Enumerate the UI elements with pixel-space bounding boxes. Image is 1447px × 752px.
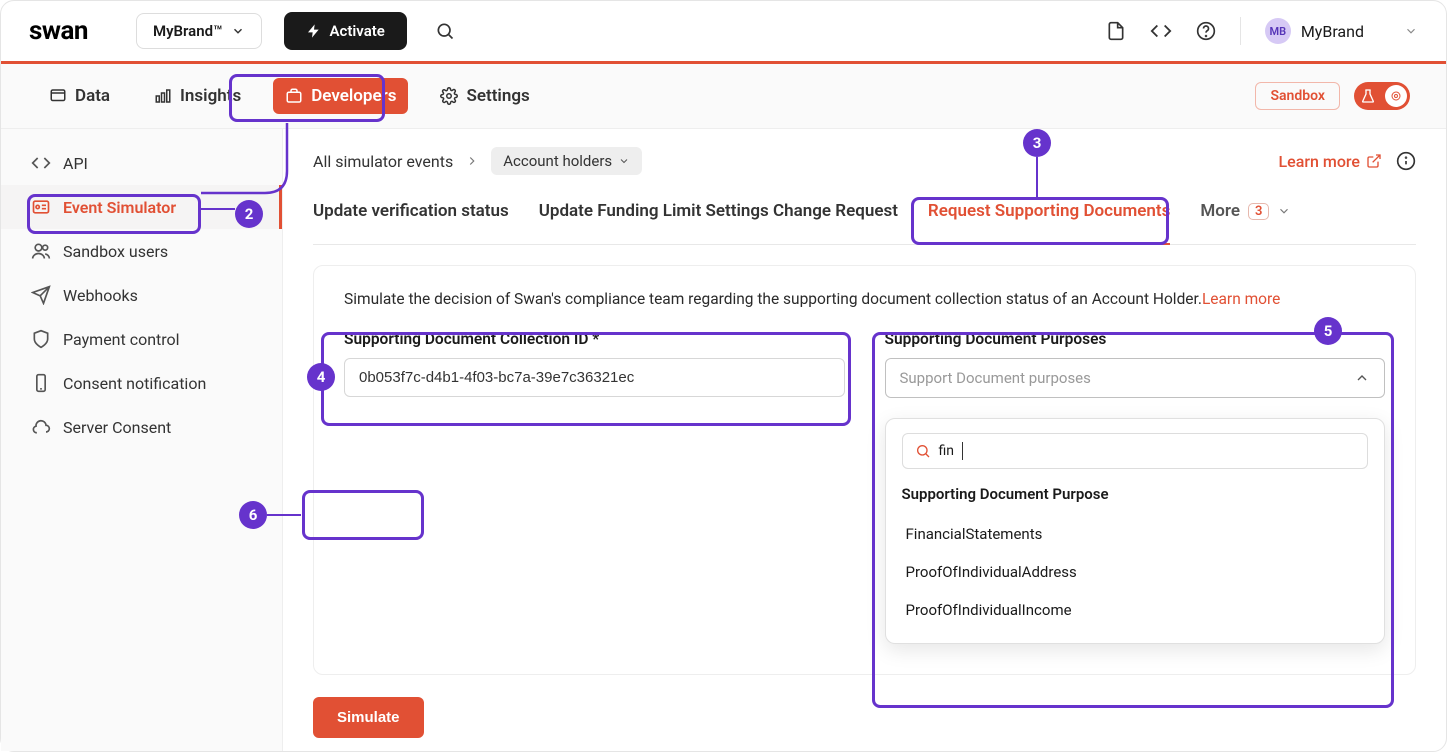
user-name: MyBrand [1301,22,1364,41]
toggle-knob [1385,85,1407,107]
sidebar-item-webhooks[interactable]: Webhooks [1,273,282,317]
chart-icon [154,87,172,105]
phone-icon [31,373,51,393]
brand-selector[interactable]: MyBrand™ [136,13,262,49]
tab-update-verification[interactable]: Update verification status [313,201,509,245]
search-icon [915,443,931,459]
tab-more-label: More [1200,201,1240,221]
sidebar-item-label: Consent notification [63,374,206,393]
search-icon[interactable] [435,21,455,41]
dropdown-group-label: Supporting Document Purpose [902,485,1369,503]
simulator-panel: Simulate the decision of Swan's complian… [313,265,1416,675]
learn-more-label: Learn more [1279,152,1360,171]
panel-learn-more-link[interactable]: Learn more [1202,290,1280,308]
sidebar-item-label: Sandbox users [63,242,168,261]
chevron-right-icon [465,154,479,168]
shield-icon [31,329,51,349]
database-icon [49,87,67,105]
user-menu[interactable]: MB MyBrand [1265,18,1418,44]
divider [1240,17,1241,45]
purposes-label: Supporting Document Purposes [885,330,1386,348]
collection-id-field: Supporting Document Collection ID * [344,330,845,644]
sidebar-item-server-consent[interactable]: Server Consent [1,405,282,449]
nav-data[interactable]: Data [37,78,122,114]
nav-developers-label: Developers [311,86,396,106]
chevron-down-icon [231,24,245,38]
breadcrumb: All simulator events Account holders Lea… [313,147,1416,175]
code-brackets-icon [31,153,51,173]
activate-button-label: Activate [330,22,385,40]
main-nav: Data Insights Developers Settings Sandbo… [1,64,1446,129]
nav-settings[interactable]: Settings [428,78,541,114]
info-icon[interactable] [1396,151,1416,171]
brand-selector-label: MyBrand™ [153,22,223,40]
nav-insights[interactable]: Insights [142,78,253,114]
main-content: All simulator events Account holders Lea… [283,129,1446,751]
dropdown-search-value: fin [939,443,955,459]
nav-data-label: Data [75,86,110,106]
purposes-placeholder: Support Document purposes [900,369,1091,387]
dropdown-option[interactable]: FinancialStatements [902,515,1369,553]
sidebar-item-label: API [63,154,88,173]
nav-insights-label: Insights [180,86,241,106]
nav-settings-label: Settings [466,86,529,106]
app-logo: swan [29,16,88,46]
chevron-down-icon [1404,24,1418,38]
tab-more[interactable]: More 3 [1200,201,1291,245]
panel-description-text: Simulate the decision of Swan's complian… [344,290,1202,308]
simulator-icon [31,197,51,217]
send-icon [31,285,51,305]
breadcrumb-root[interactable]: All simulator events [313,152,453,171]
learn-more-link[interactable]: Learn more [1279,152,1382,171]
tabs: Update verification status Update Fundin… [313,201,1416,245]
tab-update-funding-limit[interactable]: Update Funding Limit Settings Change Req… [539,201,898,245]
cloud-icon [31,417,51,437]
dropdown-option[interactable]: ProofOfIndividualAddress [902,553,1369,591]
users-icon [31,241,51,261]
tab-request-supporting-documents[interactable]: Request Supporting Documents [928,201,1170,245]
sidebar-item-label: Webhooks [63,286,138,305]
sandbox-toggle[interactable] [1354,82,1410,110]
dropdown-search[interactable]: fin [902,433,1369,469]
breadcrumb-category-label: Account holders [503,152,612,170]
collection-id-label: Supporting Document Collection ID * [344,330,845,348]
simulate-button[interactable]: Simulate [313,697,424,738]
tab-more-count: 3 [1248,203,1269,220]
activate-button[interactable]: Activate [284,12,407,50]
sidebar-item-event-simulator[interactable]: Event Simulator [1,185,282,229]
sidebar-item-label: Event Simulator [63,198,176,217]
sandbox-badge: Sandbox [1255,82,1340,110]
sidebar-item-sandbox-users[interactable]: Sandbox users [1,229,282,273]
dropdown-option[interactable]: ProofOfIndividualIncome [902,591,1369,629]
gear-icon [440,87,458,105]
header-right: MB MyBrand [1106,17,1418,45]
sidebar-item-api[interactable]: API [1,141,282,185]
sidebar: API Event Simulator Sandbox users Webhoo… [1,129,283,751]
purposes-field: Supporting Document Purposes Support Doc… [885,330,1386,644]
purposes-dropdown: fin Supporting Document Purpose Financia… [885,418,1386,644]
purposes-select[interactable]: Support Document purposes [885,358,1386,398]
bolt-icon [306,23,322,39]
breadcrumb-category-dropdown[interactable]: Account holders [491,147,642,175]
sidebar-item-payment-control[interactable]: Payment control [1,317,282,361]
tools-icon [285,87,303,105]
nav-developers[interactable]: Developers [273,78,408,114]
sidebar-item-label: Payment control [63,330,180,349]
collection-id-input[interactable] [344,358,845,397]
flask-icon [1360,88,1376,104]
sidebar-item-consent-notification[interactable]: Consent notification [1,361,282,405]
help-icon[interactable] [1196,21,1216,41]
avatar: MB [1265,18,1291,44]
panel-description: Simulate the decision of Swan's complian… [344,290,1385,308]
sidebar-item-label: Server Consent [63,418,171,437]
file-icon[interactable] [1106,21,1126,41]
app-header: swan MyBrand™ Activate MB MyBrand [1,1,1446,64]
code-icon[interactable] [1150,20,1172,42]
